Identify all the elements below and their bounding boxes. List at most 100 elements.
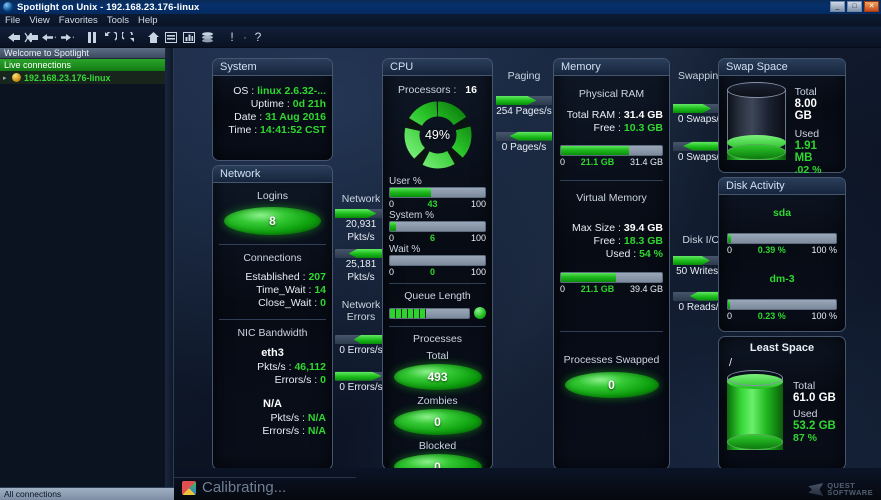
layers-icon[interactable] (198, 28, 216, 47)
sidebar-item-connection[interactable]: ▸ 192.168.23.176-linux (0, 71, 173, 84)
network-errors-arrow-0 (335, 335, 387, 344)
paging-value-0: 254 Pages/s (496, 106, 552, 117)
cpu-blocked-label: Blocked (418, 440, 457, 452)
established-label: Established : (245, 271, 306, 283)
sidebar: Welcome to Spotlight Live connections ▸ … (0, 48, 174, 500)
physical-ram-bar (560, 145, 663, 156)
cpu-wait-min: 0 (389, 267, 395, 277)
toolbar: ! · ? (0, 27, 881, 48)
calibrating-label: Calibrating... (202, 479, 287, 496)
physical-bar-max: 31.4 GB (629, 157, 663, 167)
panel-memory[interactable]: Memory Physical RAM Total RAM : 31.4 GB … (553, 58, 670, 470)
expand-icon[interactable]: ▸ (3, 74, 9, 82)
nic-1-pkts-row: Pkts/s : N/A (219, 412, 326, 425)
panel-title-cpu: CPU (383, 59, 492, 76)
dot-separator-icon: · (243, 30, 247, 44)
virtual-bar-mid: 21.1 GB (580, 284, 615, 294)
established-value: 207 (308, 271, 326, 283)
minimize-button[interactable]: _ (830, 1, 845, 12)
sidebar-group-live-connections[interactable]: Live connections (0, 59, 173, 71)
cpu-utilization-donut: 49% (401, 98, 475, 172)
nic-1-pkts-value: N/A (307, 412, 326, 424)
cpu-queue-bar (389, 307, 470, 319)
processes-swapped-label: Processes Swapped (563, 354, 660, 366)
max-size-row: Max Size : 39.4 GB (560, 222, 663, 235)
disk-0-bar (727, 233, 837, 244)
menu-item-view[interactable]: View (29, 15, 49, 26)
free-ram-row: Free : 10.3 GB (560, 122, 663, 135)
least-space-cylinder (727, 370, 783, 450)
virtual-memory-label: Virtual Memory (576, 192, 647, 204)
disk-0-mid: 0.39 % (757, 245, 786, 255)
total-ram-label: Total RAM : (566, 109, 621, 121)
back-icon[interactable] (40, 28, 58, 47)
app-icon (3, 2, 13, 12)
menu-item-file[interactable]: File (5, 15, 20, 26)
help-icon[interactable]: ? (249, 28, 267, 47)
nic-0-errors-value: 0 (320, 374, 326, 386)
window-controls: _ □ ✕ (830, 1, 879, 12)
disk-1-mid: 0.23 % (757, 311, 786, 321)
sidebar-item-label: 192.168.23.176-linux (24, 72, 111, 83)
grid-icon[interactable] (162, 28, 180, 47)
menu-item-help[interactable]: Help (138, 15, 158, 26)
close-button[interactable]: ✕ (864, 1, 879, 12)
panel-disk-activity[interactable]: Disk Activity sda 0 0.39 % 100 % dm-3 0 … (718, 177, 846, 332)
max-size-label: Max Size : (571, 222, 621, 234)
cpu-wait-max: 100 (470, 267, 486, 277)
system-time-label: Time : (228, 124, 258, 136)
panel-swap-space[interactable]: Swap Space Total 8.00 GB Used 1.91 MB .0… (718, 58, 846, 176)
total-ram-row: Total RAM : 31.4 GB (560, 109, 663, 122)
cpu-utilization-value: 49% (424, 128, 451, 142)
panel-least-space[interactable]: Least Space / Total 61.0 GB Used 53.2 GB… (718, 336, 846, 470)
disk-0-min: 0 (727, 245, 733, 255)
connect-icon[interactable] (4, 28, 22, 47)
virtual-bar-max: 39.4 GB (629, 284, 663, 294)
cpu-total-label: Total (426, 350, 449, 362)
swap-total-value: 8.00 GB (794, 98, 817, 122)
sidebar-scrollbar[interactable] (165, 48, 173, 487)
chart-icon[interactable] (180, 28, 198, 47)
pause-icon[interactable] (83, 28, 101, 47)
nic-1-errors-label: Errors/s : (262, 425, 305, 437)
system-os-label: OS : (233, 85, 255, 97)
virtual-memory-bar (560, 272, 663, 283)
system-uptime-label: Uptime : (250, 98, 290, 110)
panel-system[interactable]: System OS : linux 2.6.32-... Uptime : 0d… (212, 58, 333, 161)
least-used-value: 53.2 GB (793, 420, 836, 432)
free-ram-label: Free : (593, 122, 621, 134)
disk-0-max: 100 % (811, 245, 837, 255)
memory-content: Physical RAM Total RAM : 31.4 GB Free : … (554, 76, 669, 469)
cpu-gauge-system: System % 0 6 100 (389, 210, 486, 243)
disk-0-name: sda (772, 207, 792, 219)
cpu-wait-mid: 0 (429, 267, 435, 277)
cpu-user-label: User % (389, 176, 422, 187)
menu-item-tools[interactable]: Tools (107, 15, 129, 26)
forward-icon[interactable] (58, 28, 76, 47)
least-total-label: Total (793, 380, 816, 392)
home-icon[interactable] (144, 28, 162, 47)
cpu-wait-bar (389, 255, 486, 266)
disconnect-icon[interactable] (22, 28, 40, 47)
network-flow-value-0: 20,931 (345, 219, 377, 230)
physical-ram-label: Physical RAM (578, 88, 645, 100)
system-row-time: Time : 14:41:52 CST (219, 124, 326, 137)
panel-network[interactable]: Network Logins 8 Connections Established… (212, 165, 333, 470)
network-logins-gauge: 8 (224, 207, 321, 235)
cpu-user-mid: 43 (427, 199, 438, 209)
alarm-icon[interactable]: ! (223, 28, 241, 47)
rewind-icon[interactable] (101, 28, 119, 47)
network-flow-unit-1: Pkts/s (347, 271, 375, 283)
cpu-content: Processors : 16 49% User % 0 43 100 Syst… (383, 76, 492, 480)
cpu-total-gauge: 493 (393, 364, 482, 390)
network-flow-unit-0: Pkts/s (347, 231, 375, 243)
app-window: Spotlight on Unix - 192.168.23.176-linux… (0, 0, 881, 500)
quest-brand-text: QUEST SOFTWARE (827, 482, 873, 496)
menu-item-favorites[interactable]: Favorites (59, 15, 98, 26)
panel-cpu[interactable]: CPU Processors : 16 49% User % 0 43 100 … (382, 58, 493, 480)
cpu-user-bar (389, 187, 486, 198)
refresh-icon[interactable] (119, 28, 137, 47)
system-row-date: Date : 31 Aug 2016 (219, 111, 326, 124)
dashboard-status-bar: Calibrating... QUEST SOFTWARE (174, 468, 881, 500)
maximize-button[interactable]: □ (847, 1, 862, 12)
